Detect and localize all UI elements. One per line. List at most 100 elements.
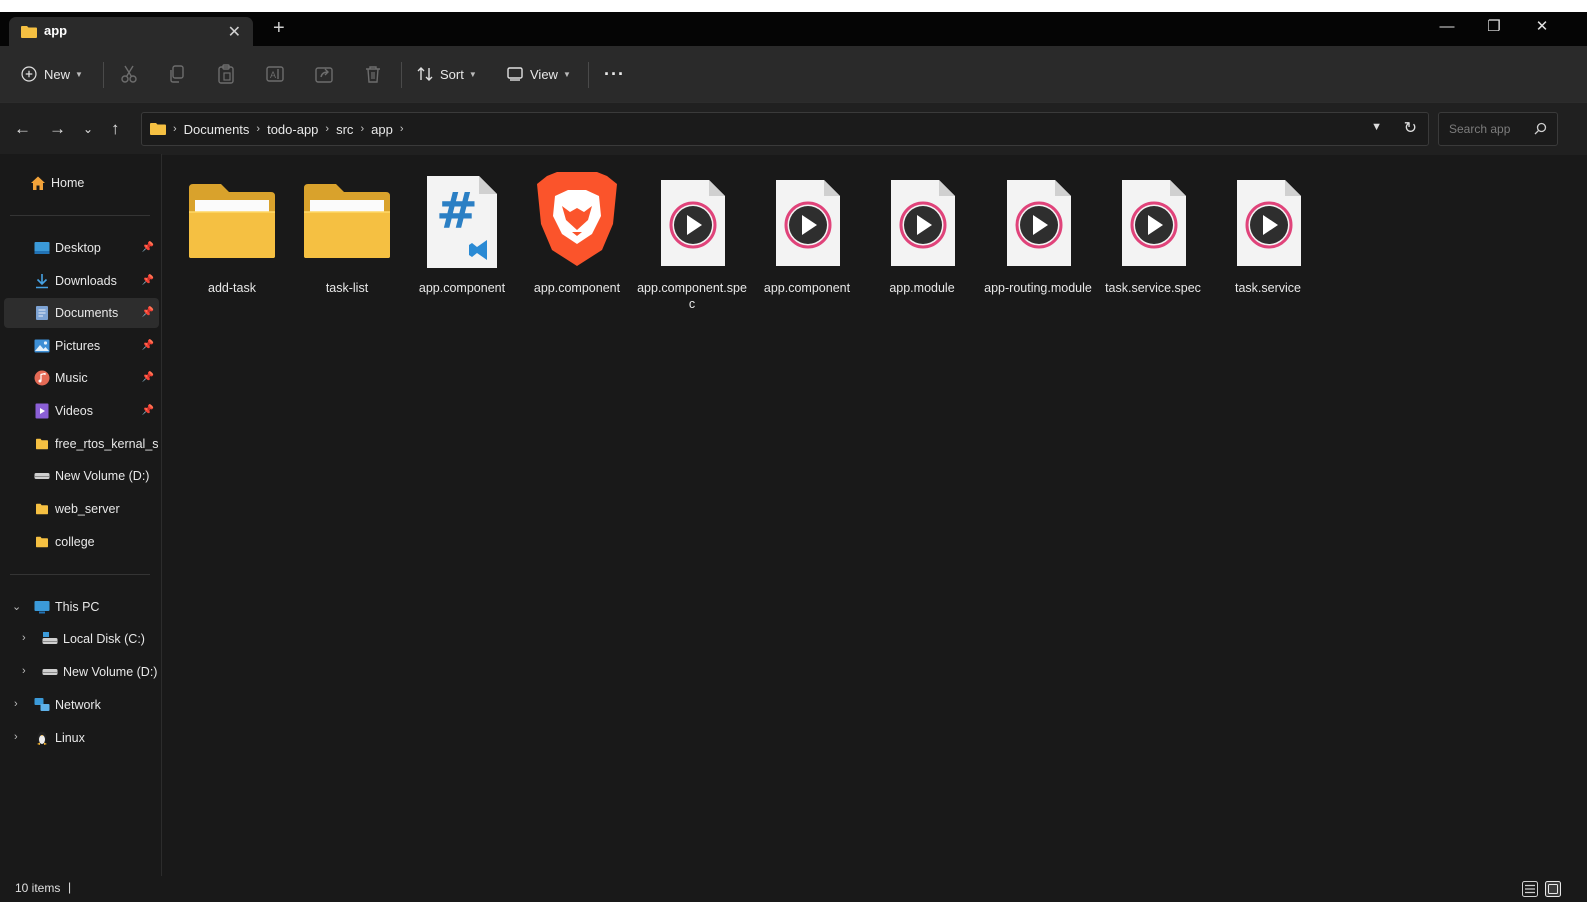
refresh-icon[interactable]: ↻ <box>1404 118 1417 138</box>
pin-icon[interactable]: 📌 <box>142 242 154 253</box>
cut-icon[interactable] <box>118 63 140 85</box>
sidebar-item-web-server[interactable]: web_server <box>4 494 159 524</box>
pin-icon[interactable]: 📌 <box>142 307 154 318</box>
breadcrumb-documents[interactable]: Documents <box>184 122 250 137</box>
sidebar-item-pictures[interactable]: Pictures 📌 <box>4 331 159 361</box>
sidebar-item-label: New Volume (D:) <box>55 469 150 483</box>
more-options-button[interactable]: ··· <box>604 46 625 102</box>
sidebar-divider <box>10 215 150 216</box>
breadcrumb-separator: › <box>360 123 365 135</box>
drive-icon <box>34 473 50 479</box>
file-name: app.component <box>763 281 851 295</box>
toolbar-divider <box>103 62 104 88</box>
view-button[interactable]: View ▼ <box>506 46 571 102</box>
sidebar-item-network[interactable]: Network <box>4 690 159 720</box>
up-arrow-icon[interactable]: ↑ <box>111 119 120 139</box>
sidebar-item-label: Videos <box>55 404 93 418</box>
tab-app[interactable]: app ✕ <box>9 17 253 46</box>
media-player-file-icon <box>661 180 725 266</box>
sidebar-item-label: Documents <box>55 306 119 320</box>
media-player-file-icon <box>1122 180 1186 266</box>
chevron-down-icon: ▼ <box>75 69 83 79</box>
search-input[interactable] <box>1447 121 1533 137</box>
search-icon[interactable] <box>1534 122 1547 135</box>
sidebar-item-linux[interactable]: Linux <box>4 723 159 753</box>
media-player-file-icon <box>776 180 840 266</box>
sidebar-item-downloads[interactable]: Downloads 📌 <box>4 266 159 296</box>
paste-icon[interactable] <box>215 63 237 85</box>
search-box[interactable] <box>1438 112 1558 146</box>
status-separator: | <box>68 880 72 894</box>
forward-arrow-icon[interactable]: → <box>49 119 66 139</box>
sidebar-item-label: Music <box>55 371 88 385</box>
sidebar-item-videos[interactable]: Videos 📌 <box>4 396 159 426</box>
copy-icon[interactable] <box>166 63 188 85</box>
sidebar-divider <box>10 574 150 575</box>
tab-close-icon[interactable]: ✕ <box>228 22 241 42</box>
sidebar-item-new-volume[interactable]: New Volume (D:) <box>4 461 159 491</box>
file-name: app.component <box>418 281 506 295</box>
address-bar[interactable]: › Documents › todo-app › src › app › ▼ ↻ <box>141 112 1429 146</box>
minimize-button[interactable]: — <box>1424 12 1470 46</box>
address-history-chevron-icon[interactable]: ▼ <box>1371 121 1382 133</box>
pin-icon[interactable]: 📌 <box>142 275 154 286</box>
pin-icon[interactable]: 📌 <box>142 340 154 351</box>
breadcrumb-src[interactable]: src <box>336 122 353 137</box>
sidebar-item-label: Local Disk (C:) <box>63 632 145 646</box>
sidebar-item-home[interactable]: Home <box>30 168 155 198</box>
home-icon <box>31 176 45 190</box>
sidebar-item-label: Downloads <box>55 274 117 288</box>
delete-icon[interactable] <box>362 63 384 85</box>
sidebar-item-desktop[interactable]: Desktop 📌 <box>4 233 159 263</box>
sort-button[interactable]: Sort ▼ <box>416 46 477 102</box>
new-button[interactable]: New ▼ <box>20 46 83 102</box>
css-file-vscode-icon: # <box>427 176 497 268</box>
media-player-file-icon <box>1007 180 1071 266</box>
documents-icon <box>36 306 48 320</box>
brave-browser-icon <box>537 172 617 266</box>
large-icons-view-icon[interactable] <box>1545 881 1561 897</box>
toolbar-divider <box>588 62 589 88</box>
address-row: ← → ⌄ ↑ › Documents › todo-app › src › a… <box>0 102 1587 155</box>
sidebar-item-label: free_rtos_kernal_sou <box>55 437 159 451</box>
breadcrumb-separator: › <box>256 123 261 135</box>
file-list-view: ﾕ add-task ﾕ task-list # <box>163 154 1587 876</box>
sidebar-item-local-disk[interactable]: Local Disk (C:) <box>4 624 159 654</box>
system-drive-icon <box>42 632 58 644</box>
details-view-icon[interactable] <box>1522 881 1538 897</box>
network-icon <box>34 698 50 711</box>
sidebar-item-label: New Volume (D:) <box>63 665 158 679</box>
sidebar-item-free-rtos-folder[interactable]: free_rtos_kernal_sou <box>4 429 159 459</box>
sidebar-item-label: Pictures <box>55 339 101 353</box>
videos-icon <box>35 403 49 419</box>
sidebar-item-music[interactable]: Music 📌 <box>4 363 159 393</box>
breadcrumb-app[interactable]: app <box>371 122 393 137</box>
download-icon <box>36 274 48 289</box>
navigation-pane: Home Desktop 📌 Downloads 📌 Documents 📌 P… <box>0 154 162 876</box>
computer-icon <box>34 601 50 614</box>
breadcrumb-todo-app[interactable]: todo-app <box>267 122 318 137</box>
sidebar-item-this-pc[interactable]: This PC <box>4 592 159 622</box>
share-icon[interactable] <box>313 63 335 85</box>
new-label: New <box>44 66 71 82</box>
file-name: add-task <box>208 281 256 295</box>
new-tab-button[interactable]: + <box>273 18 285 38</box>
back-arrow-icon[interactable]: ← <box>14 119 31 139</box>
command-bar: New ▼ A Sort ▼ View ▼ ··· <box>0 46 1587 102</box>
recent-locations-chevron-icon[interactable]: ⌄ <box>83 122 93 136</box>
close-window-button[interactable]: ✕ <box>1519 12 1565 46</box>
toolbar-divider <box>401 62 402 88</box>
pin-icon[interactable]: 📌 <box>142 372 154 383</box>
pin-icon[interactable]: 📌 <box>142 405 154 416</box>
file-name: app.component <box>533 281 621 295</box>
folder-icon <box>21 26 37 38</box>
rename-icon[interactable]: A <box>264 63 286 85</box>
file-name: app.module <box>889 281 955 295</box>
sidebar-item-new-volume-pc[interactable]: New Volume (D:) <box>4 657 159 687</box>
sidebar-item-documents[interactable]: Documents 📌 <box>4 298 159 328</box>
item-count: 10 items <box>15 881 61 895</box>
sidebar-item-college[interactable]: college <box>4 527 159 557</box>
desktop-icon <box>34 242 50 254</box>
sort-label: Sort <box>440 66 464 82</box>
restore-button[interactable]: ❐ <box>1471 12 1517 46</box>
